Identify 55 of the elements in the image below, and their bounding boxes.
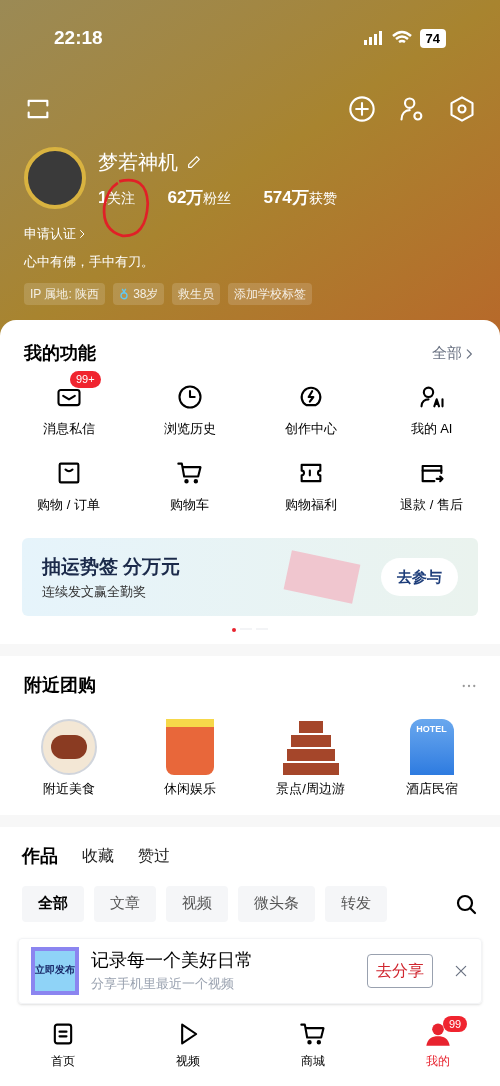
function-item[interactable]: 我的 AI bbox=[371, 371, 492, 439]
pagoda-picture bbox=[282, 719, 339, 775]
function-item[interactable]: 购物 / 订单 bbox=[8, 446, 129, 514]
profile-tag: IP 属地: 陕西 bbox=[24, 283, 106, 305]
signal-icon bbox=[363, 30, 384, 47]
nearby-item[interactable]: HOTEL 酒店民宿 bbox=[371, 719, 492, 799]
join-button[interactable]: 去参与 bbox=[381, 557, 458, 597]
filter-chip[interactable]: 视频 bbox=[166, 885, 228, 922]
function-item[interactable]: 购物车 bbox=[129, 446, 250, 514]
filter-chip[interactable]: 转发 bbox=[325, 885, 387, 922]
settings-icon[interactable] bbox=[448, 94, 476, 123]
function-item[interactable]: 浏览历史 bbox=[129, 371, 250, 439]
banner-title: 抽运势签 分万元 bbox=[42, 555, 181, 579]
nearby-item[interactable]: 附近美食 bbox=[8, 719, 129, 799]
clock-icon bbox=[175, 383, 204, 411]
content-tab[interactable]: 收藏 bbox=[82, 842, 114, 870]
bio-text: 心中有佛，手中有刀。 bbox=[24, 252, 155, 271]
nav-tab[interactable]: 首页 bbox=[0, 1019, 125, 1070]
content-tab[interactable]: 赞过 bbox=[138, 842, 170, 870]
count-badge: 99 bbox=[443, 1015, 468, 1032]
promo-banner[interactable]: 抽运势签 分万元 连续发文赢全勤奖 去参与 bbox=[22, 538, 478, 616]
function-item[interactable]: 购物福利 bbox=[250, 446, 371, 514]
cocktail-picture bbox=[165, 719, 214, 775]
add-circle-icon[interactable] bbox=[348, 94, 376, 123]
all-link[interactable]: 全部 bbox=[432, 342, 462, 365]
filter-chip[interactable]: 文章 bbox=[94, 885, 156, 922]
filter-chip[interactable]: 微头条 bbox=[238, 885, 315, 922]
section-title: 我的功能 bbox=[24, 342, 96, 365]
nav-tab[interactable]: 商城 bbox=[250, 1019, 375, 1070]
nav-tab[interactable]: 视频 bbox=[125, 1019, 250, 1070]
profile-stat[interactable]: 574万获赞 bbox=[263, 184, 337, 210]
profile-tag: 38岁 bbox=[113, 283, 165, 305]
status-time: 22:18 bbox=[54, 26, 103, 50]
nearby-item[interactable]: 景点/周边游 bbox=[250, 719, 371, 799]
function-item[interactable]: 创作中心 bbox=[250, 371, 371, 439]
gender-icon bbox=[119, 288, 130, 300]
banner-subtitle: 连续发文赢全勤奖 bbox=[42, 582, 147, 601]
nearby-item[interactable]: 休闲娱乐 bbox=[129, 719, 250, 799]
edit-icon[interactable] bbox=[186, 153, 202, 170]
filter-chip[interactable]: 全部 bbox=[22, 885, 84, 922]
battery-indicator: 74 bbox=[419, 28, 446, 48]
hotel-building-picture: HOTEL bbox=[409, 719, 454, 775]
user-name: 梦若神机 bbox=[98, 149, 178, 175]
function-item[interactable]: 退款 / 售后 bbox=[371, 446, 492, 514]
share-title: 记录每一个美好日常 bbox=[91, 949, 253, 973]
sticker-picture: 立即发布 bbox=[31, 946, 79, 995]
content-tab[interactable]: 作品 bbox=[22, 842, 58, 870]
profile-tag: 救生员 bbox=[172, 283, 221, 305]
function-item[interactable]: 消息私信 99+ bbox=[8, 371, 129, 439]
section-title: 附近团购 bbox=[24, 674, 96, 697]
profile-stat[interactable]: 62万粉丝 bbox=[167, 184, 232, 210]
more-icon[interactable] bbox=[462, 683, 476, 688]
share-button[interactable]: 去分享 bbox=[367, 953, 433, 988]
profile-tag: 添加学校标签 bbox=[228, 283, 313, 305]
count-badge: 99+ bbox=[70, 371, 101, 388]
